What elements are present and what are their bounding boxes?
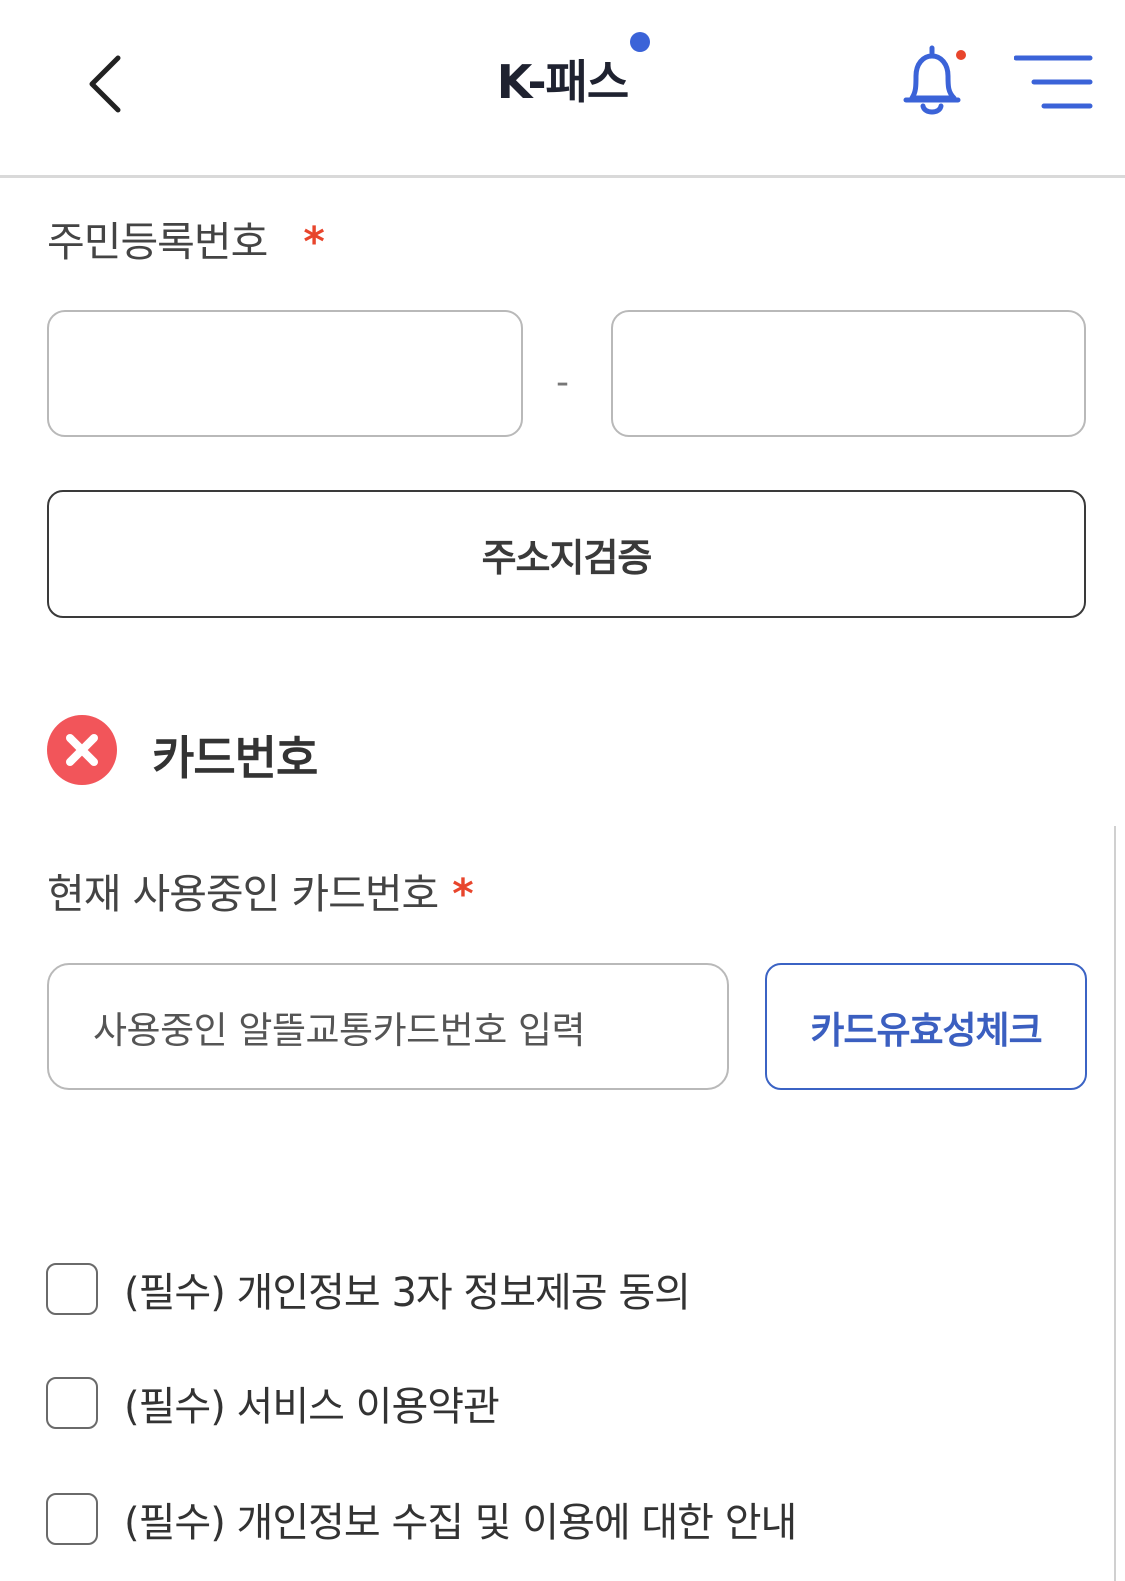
scroll-edge-divider <box>1114 826 1116 1581</box>
notification-button[interactable] <box>896 40 968 126</box>
app-header: K-패스 <box>0 0 1125 178</box>
card-number-label: 현재 사용중인 카드번호 * <box>47 870 474 918</box>
card-section-title: 카드번호 <box>152 731 318 785</box>
resident-number-front-input[interactable] <box>47 310 523 437</box>
agreement-checkbox[interactable] <box>46 1263 98 1315</box>
card-validity-check-button[interactable]: 카드유효성체크 <box>765 963 1087 1090</box>
agreement-third-party[interactable]: (필수) 개인정보 3자 정보제공 동의 <box>46 1259 691 1319</box>
card-number-placeholder: 사용중인 알뜰교통카드번호 입력 <box>93 1008 586 1052</box>
title-status-dot <box>630 32 651 52</box>
required-mark: * <box>452 870 473 918</box>
agreement-privacy-collection[interactable]: (필수) 개인정보 수집 및 이용에 대한 안내 <box>46 1489 797 1549</box>
resident-number-back-input[interactable] <box>611 310 1086 437</box>
page-title: K-패스 <box>497 32 651 112</box>
card-number-input[interactable]: 사용중인 알뜰교통카드번호 입력 <box>47 963 729 1090</box>
address-verify-button[interactable]: 주소지검증 <box>47 490 1086 618</box>
agreement-checkbox[interactable] <box>46 1377 98 1429</box>
agreement-terms-of-service[interactable]: (필수) 서비스 이용약관 <box>46 1373 500 1433</box>
notification-dot <box>956 50 966 60</box>
agreement-checkbox[interactable] <box>46 1493 98 1545</box>
menu-icon <box>1013 55 1093 109</box>
resident-number-separator: - <box>556 362 569 403</box>
required-mark: * <box>303 218 324 266</box>
resident-number-label: 주민등록번호 * <box>47 218 325 266</box>
menu-button[interactable] <box>1013 52 1094 116</box>
error-x-icon <box>47 715 117 785</box>
